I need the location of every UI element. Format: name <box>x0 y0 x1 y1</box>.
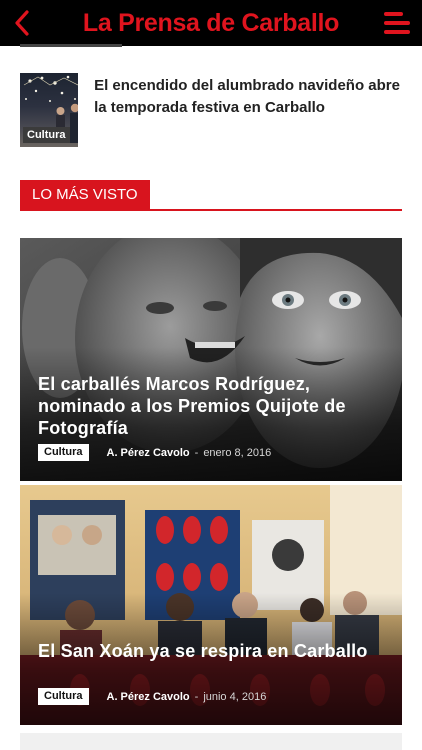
article-thumbnail: Cultura <box>20 73 79 147</box>
hamburger-menu-icon <box>384 12 410 34</box>
card-meta: Cultura A. Pérez Cavolo - junio 4, 2016 <box>38 688 266 705</box>
author-name[interactable]: A. Pérez Cavolo <box>107 447 190 459</box>
site-title: La Prensa de Carballo <box>82 8 340 37</box>
author-name[interactable]: A. Pérez Cavolo <box>107 691 190 703</box>
featured-article-card[interactable]: El carballés Marcos Rodríguez, nominado … <box>20 238 402 481</box>
article-list-item[interactable]: Cultura El encendido del alumbrado navid… <box>20 73 402 147</box>
card-title[interactable]: El carballés Marcos Rodríguez, nominado … <box>38 373 388 439</box>
card-title[interactable]: El San Xoán ya se respira en Carballo <box>38 640 388 662</box>
publish-date: enero 8, 2016 <box>203 446 272 459</box>
meta-separator: - <box>194 690 199 703</box>
meta-separator: - <box>194 446 199 459</box>
category-badge[interactable]: Cultura <box>23 127 70 143</box>
chevron-left-icon <box>15 10 29 36</box>
featured-article-card[interactable]: El San Xoán ya se respira en Carballo Cu… <box>20 485 402 725</box>
section-label: LO MÁS VISTO <box>20 180 150 209</box>
article-title[interactable]: El encendido del alumbrado navideño abre… <box>78 73 402 147</box>
card-meta: Cultura A. Pérez Cavolo - enero 8, 2016 <box>38 444 271 461</box>
back-button[interactable] <box>8 6 36 40</box>
menu-button[interactable] <box>382 8 412 38</box>
category-badge[interactable]: Cultura <box>38 444 89 461</box>
app-header: La Prensa de Carballo <box>0 0 422 46</box>
header-divider <box>20 44 122 47</box>
publish-date: junio 4, 2016 <box>203 690 267 703</box>
next-card-placeholder <box>20 733 402 750</box>
category-badge[interactable]: Cultura <box>38 688 89 705</box>
section-header: LO MÁS VISTO <box>20 180 402 211</box>
